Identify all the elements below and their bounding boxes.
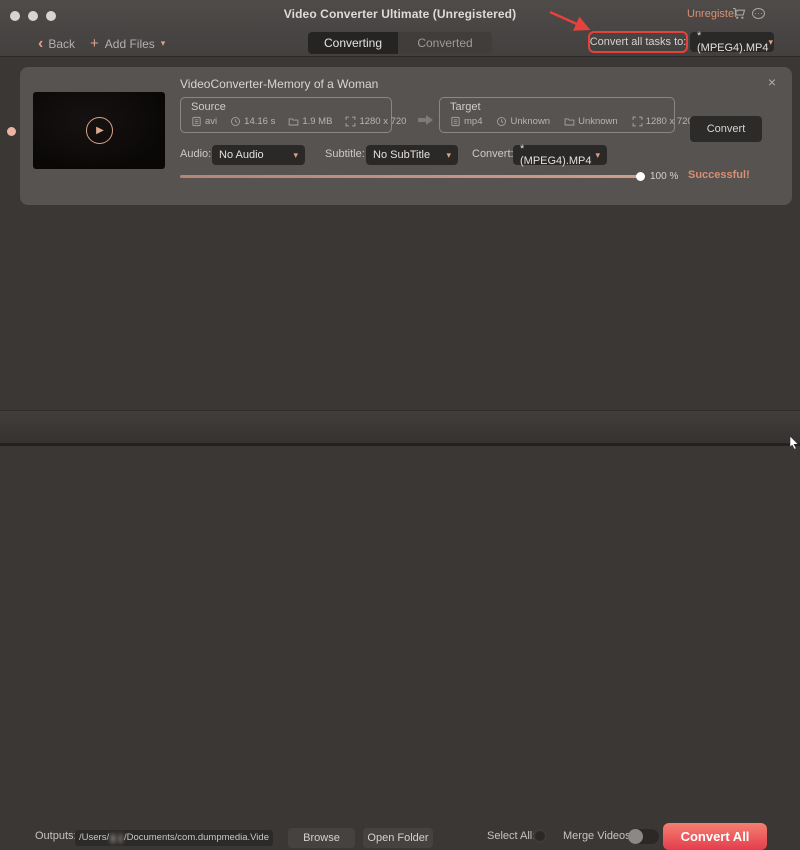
convert-button[interactable]: Convert [690, 116, 762, 142]
status-text: Successful! [688, 169, 750, 181]
path-prefix: /Users/ [79, 830, 109, 846]
file-icon [191, 116, 202, 127]
task-select-dot[interactable] [7, 127, 16, 136]
cart-icon[interactable] [732, 7, 746, 25]
merge-videos-label: Merge Videos: [563, 830, 634, 842]
censored-username [119, 834, 122, 843]
unregister-link[interactable]: Unregister [687, 8, 738, 20]
subtitle-value: No SubTitle [373, 149, 430, 161]
source-label: Source [191, 101, 381, 113]
tab-converted[interactable]: Converted [398, 32, 492, 54]
convert-all-tasks-label: Convert all tasks to: [590, 36, 687, 48]
window-chrome: Video Converter Ultimate (Unregistered) … [0, 0, 800, 57]
select-all-checkbox[interactable] [533, 829, 547, 843]
subtitle-dropdown[interactable]: No SubTitle ▾ [366, 145, 458, 165]
censored-username [111, 834, 115, 843]
plus-icon: + [90, 36, 99, 51]
video-thumbnail[interactable]: ▶ [33, 92, 165, 169]
clock-icon [496, 116, 507, 127]
merge-videos-toggle[interactable] [628, 829, 659, 844]
add-files-label: Add Files [105, 37, 155, 51]
source-size: 1.9 MB [288, 116, 332, 127]
caret-down-icon: ▾ [595, 151, 600, 160]
task-title: VideoConverter-Memory of a Woman [180, 77, 378, 91]
target-format: mp4 [450, 116, 482, 127]
convert-format-label: Convert: [472, 148, 514, 160]
window-title: Video Converter Ultimate (Unregistered) [0, 7, 800, 21]
select-all-label: Select All: [487, 830, 535, 842]
subtitle-label: Subtitle: [325, 148, 365, 160]
target-resolution: 1280 x 720 [632, 116, 693, 127]
source-duration: 14.16 s [230, 116, 275, 127]
back-button[interactable]: ‹ Back [38, 36, 75, 52]
caret-down-icon: ▾ [446, 151, 451, 160]
global-format-dropdown[interactable]: *(MPEG4).MP4 ▾ [690, 32, 774, 52]
progress-bar [180, 175, 640, 178]
folder-icon [564, 116, 575, 127]
target-size: Unknown [564, 116, 618, 127]
toggle-knob [628, 829, 643, 844]
play-glyph: ▶ [96, 125, 104, 136]
back-chevron-icon: ‹ [38, 36, 43, 52]
task-card: ▶ VideoConverter-Memory of a Woman × Sou… [20, 67, 792, 205]
convert-all-tasks-annotation: Convert all tasks to: [588, 31, 688, 53]
source-resolution: 1280 x 720 [345, 116, 406, 127]
clock-icon [230, 116, 241, 127]
folder-icon [288, 116, 299, 127]
target-info-box: Target mp4 Unknown Unknown 1280 x 720 [439, 97, 675, 133]
close-icon[interactable]: × [768, 75, 776, 89]
convert-format-value: *(MPEG4).MP4 [520, 143, 595, 167]
progress-thumb[interactable] [636, 172, 645, 181]
footer-bar: Outputs: /Users//Documents/com.dumpmedia… [0, 410, 800, 446]
audio-dropdown[interactable]: No Audio ▾ [212, 145, 305, 165]
convert-format-dropdown[interactable]: *(MPEG4).MP4 ▾ [513, 145, 607, 165]
back-label: Back [48, 37, 75, 51]
file-icon [450, 116, 461, 127]
path-suffix: /Documents/com.dumpmedia.Vide [124, 830, 269, 846]
audio-value: No Audio [219, 149, 264, 161]
resolution-icon [632, 116, 643, 127]
tab-converting[interactable]: Converting [308, 32, 398, 54]
add-files-button[interactable]: + Add Files ▾ [90, 36, 165, 51]
source-info-box: Source avi 14.16 s 1.9 MB 1280 x 720 [180, 97, 392, 133]
progress-percent: 100 % [650, 171, 678, 182]
caret-down-icon: ▾ [293, 151, 298, 160]
output-path-field[interactable]: /Users/ /Documents/com.dumpmedia.Vide [75, 830, 273, 846]
caret-down-icon: ▾ [161, 39, 166, 48]
source-format: avi [191, 116, 217, 127]
browse-button[interactable]: Browse [288, 828, 355, 848]
global-format-value: *(MPEG4).MP4 [697, 30, 769, 54]
caret-down-icon: ▾ [769, 38, 774, 47]
resolution-icon [345, 116, 356, 127]
outputs-label: Outputs: [35, 830, 77, 842]
open-folder-button[interactable]: Open Folder [363, 828, 433, 848]
audio-label: Audio: [180, 148, 211, 160]
play-icon[interactable]: ▶ [86, 117, 113, 144]
target-duration: Unknown [496, 116, 550, 127]
feedback-icon[interactable] [752, 8, 765, 19]
target-label: Target [450, 101, 664, 113]
arrow-right-icon [418, 113, 434, 131]
convert-all-button[interactable]: Convert All [663, 823, 767, 850]
